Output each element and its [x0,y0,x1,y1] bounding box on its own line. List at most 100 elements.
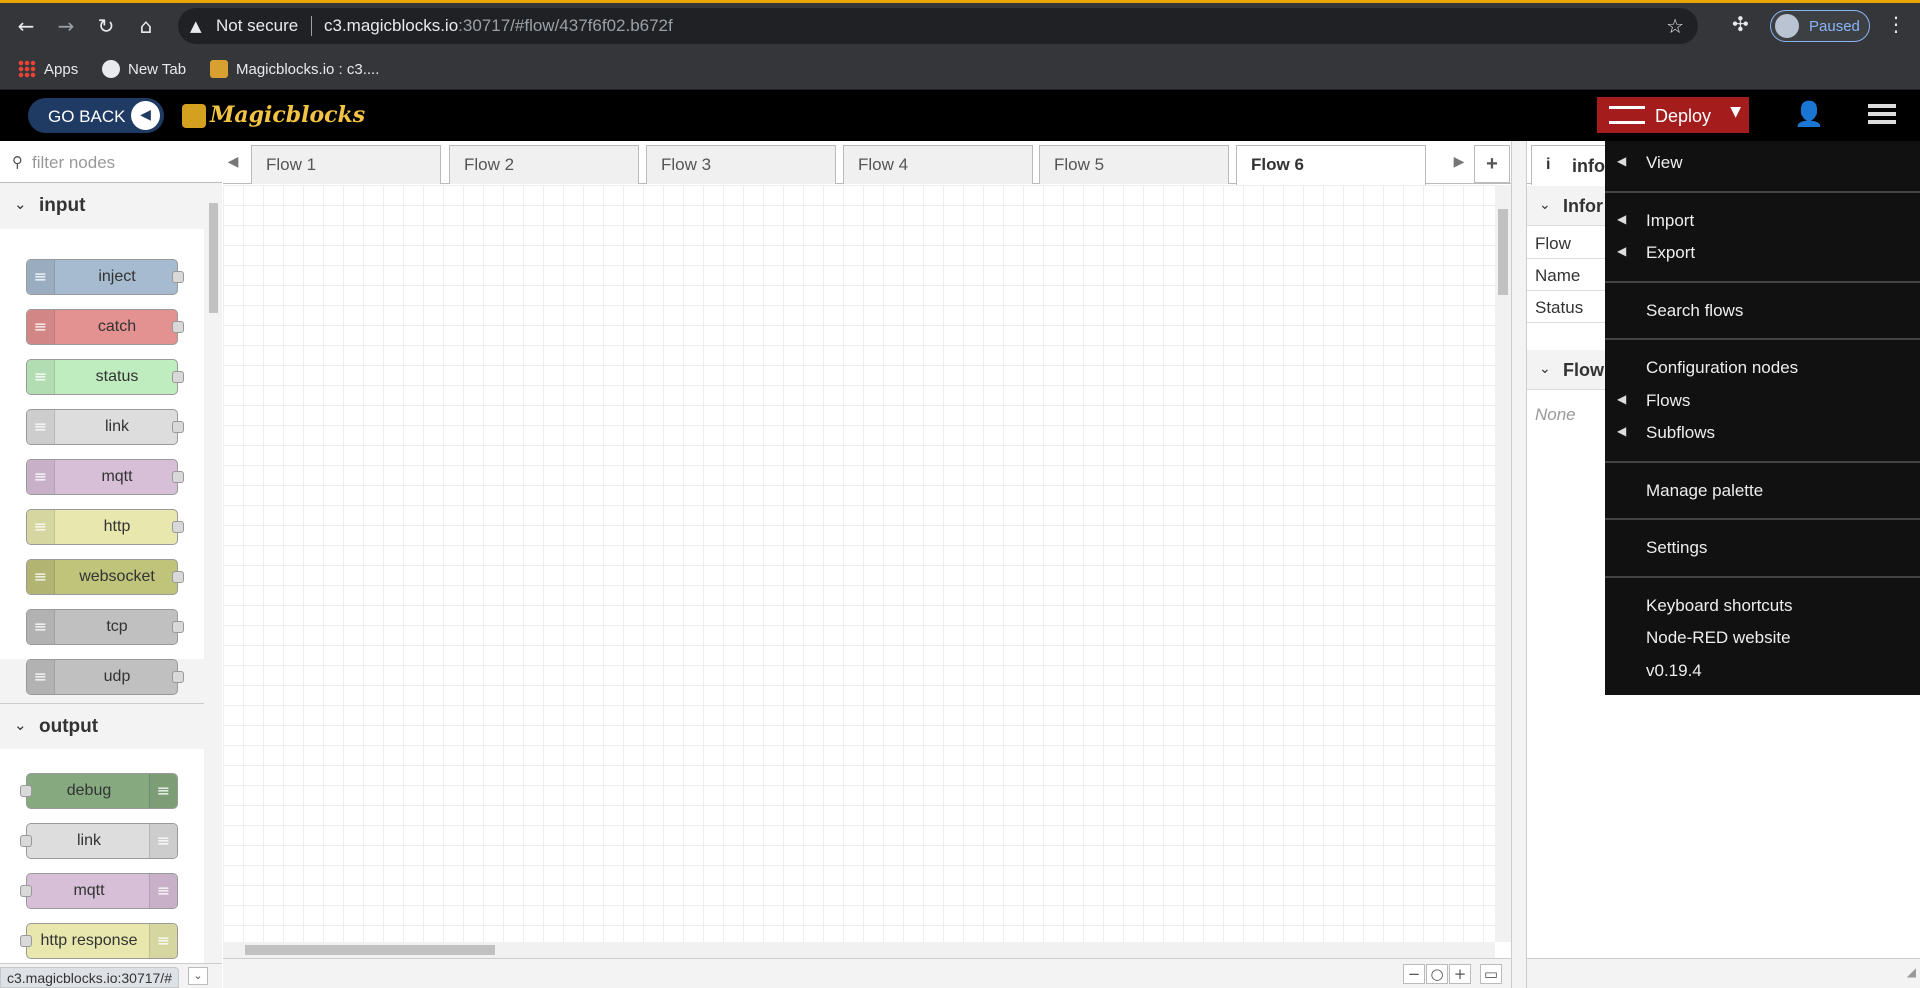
node-label: link [104,418,129,435]
submenu-arrow-icon: ◀ [1617,424,1627,438]
palette-node-inject[interactable]: ≡ inject [26,259,184,295]
menu-item-search-flows[interactable]: Search flows [1605,296,1920,326]
palette-node-link[interactable]: ≡ link [20,823,178,859]
reload-icon[interactable]: ↻ [92,12,120,40]
node-port [20,885,32,897]
menu-item-import[interactable]: ◀ Import [1605,206,1920,236]
bookmark-apps[interactable]: Apps [18,60,78,78]
palette-node-http-response[interactable]: ≡ http response [20,923,178,959]
menu-item-v0-19-4[interactable]: v0.19.4 [1605,656,1920,686]
extensions-icon[interactable]: ✣ [1732,12,1749,36]
go-back-label: GO BACK [48,107,126,126]
canvas-footer: − ○ + ▭ [223,958,1511,988]
palette-node-status[interactable]: ≡ status [26,359,184,395]
profile-label: Paused [1809,18,1860,35]
tab-flow-1[interactable]: Flow 1 [251,145,441,184]
hamburger-menu-icon[interactable] [1866,100,1898,130]
palette-node-tcp[interactable]: ≡ tcp [26,609,184,645]
node-label: http response [40,932,138,949]
zoom-in-icon[interactable]: + [1449,964,1471,984]
sidebar-resize-handle[interactable] [1511,141,1527,988]
category-label: output [39,716,99,737]
bookmark-star-icon[interactable]: ☆ [1666,14,1684,38]
zoom-reset-icon[interactable]: ○ [1426,964,1448,984]
back-icon[interactable]: ← [12,12,40,40]
row-label: Name [1535,266,1581,285]
canvas-hscroll-thumb[interactable] [245,945,495,955]
node-label: link [76,832,101,849]
bookmark-magicblocks[interactable]: Magicblocks.io : c3.... [210,60,379,78]
node-type-icon: ≡ [27,360,55,394]
tab-label: info [1572,156,1605,176]
menu-item-label: Configuration nodes [1646,358,1799,377]
bookmarks-bar: Apps New Tab Magicblocks.io : c3.... [0,52,1920,90]
address-bar[interactable]: ▲ Not secure c3.magicblocks.io:30717/#fl… [178,8,1698,44]
menu-divider [1605,461,1920,463]
menu-item-keyboard-shortcuts[interactable]: Keyboard shortcuts [1605,591,1920,621]
menu-item-label: Node-RED website [1646,628,1791,647]
scroll-right-icon[interactable]: ▶ [1447,141,1471,183]
menu-item-view[interactable]: ◀ View [1605,148,1920,178]
canvas-horizontal-scrollbar[interactable] [223,942,1495,958]
bookmark-new-tab[interactable]: New Tab [102,60,186,78]
palette-node-http[interactable]: ≡ http [26,509,184,545]
menu-item-settings[interactable]: Settings [1605,533,1920,563]
category-header-input[interactable]: ⌄ input [0,183,204,229]
palette-scroll-thumb[interactable] [209,203,218,313]
node-label: http [103,518,131,535]
menu-item-node-red-website[interactable]: Node-RED website [1605,623,1920,653]
node-type-icon: ≡ [149,924,177,958]
sidebar-footer: ◢ [1527,958,1920,988]
menu-item-flows[interactable]: ◀ Flows [1605,386,1920,416]
menu-item-configuration-nodes[interactable]: Configuration nodes [1605,353,1920,383]
arrow-left-icon: ◀ [131,101,160,130]
canvas-vertical-scrollbar[interactable] [1495,185,1511,942]
category-header-output[interactable]: ⌄ output [0,703,204,749]
menu-item-label: Manage palette [1646,481,1764,500]
zoom-out-icon[interactable]: − [1403,964,1425,984]
scroll-left-icon[interactable]: ◀ [223,141,243,183]
url-text[interactable]: c3.magicblocks.io:30717/#flow/437f6f02.b… [324,16,673,36]
home-icon[interactable]: ⌂ [132,12,160,40]
forward-icon[interactable]: → [52,12,80,40]
tab-strip-accent [0,0,1920,3]
palette-node-mqtt[interactable]: ≡ mqtt [20,873,178,909]
palette-node-link[interactable]: ≡ link [26,409,184,445]
search-icon: ⚲ [12,153,23,171]
caret-down-icon[interactable]: ▼ [1730,104,1741,120]
profile-button[interactable]: Paused [1770,10,1870,42]
tab-flow-4[interactable]: Flow 4 [843,145,1033,184]
go-back-button[interactable]: GO BACK ◀ [28,98,164,133]
palette-node-websocket[interactable]: ≡ websocket [26,559,184,595]
submenu-arrow-icon: ◀ [1617,392,1627,406]
tab-flow-2[interactable]: Flow 2 [449,145,639,184]
palette-node-mqtt[interactable]: ≡ mqtt [26,459,184,495]
deploy-button[interactable]: Deploy ▼ [1597,97,1749,133]
tab-flow-3[interactable]: Flow 3 [646,145,836,184]
navigator-map-icon[interactable]: ▭ [1480,964,1502,984]
menu-item-manage-palette[interactable]: Manage palette [1605,476,1920,506]
palette-node-catch[interactable]: ≡ catch [26,309,184,345]
node-type-icon: ≡ [27,560,55,594]
filter-nodes-input[interactable]: ⚲ filter nodes [0,141,222,183]
menu-item-subflows[interactable]: ◀ Subflows [1605,418,1920,448]
menu-item-label: Settings [1646,538,1708,557]
kebab-menu-icon[interactable]: ⋮ [1886,12,1906,36]
resize-grip-icon[interactable]: ◢ [1907,965,1916,979]
tab-flow-6[interactable]: Flow 6 [1236,145,1426,185]
tab-flow-5[interactable]: Flow 5 [1039,145,1229,184]
node-type-icon: ≡ [27,510,55,544]
deploy-icon [1609,106,1645,124]
palette-scrollbar[interactable] [205,183,222,963]
collapse-all-icon[interactable]: ⌄ [188,967,208,985]
flow-canvas[interactable] [223,185,1495,942]
warning-icon: ▲ [190,17,202,35]
palette-node-udp[interactable]: ≡ udp [26,659,184,695]
user-icon[interactable]: 👤 [1794,100,1824,128]
menu-item-export[interactable]: ◀ Export [1605,238,1920,268]
add-flow-button[interactable]: + [1474,145,1510,183]
canvas-vscroll-thumb[interactable] [1498,209,1508,295]
filter-placeholder: filter nodes [32,153,116,172]
node-port [172,421,184,433]
palette-node-debug[interactable]: ≡ debug [20,773,178,809]
